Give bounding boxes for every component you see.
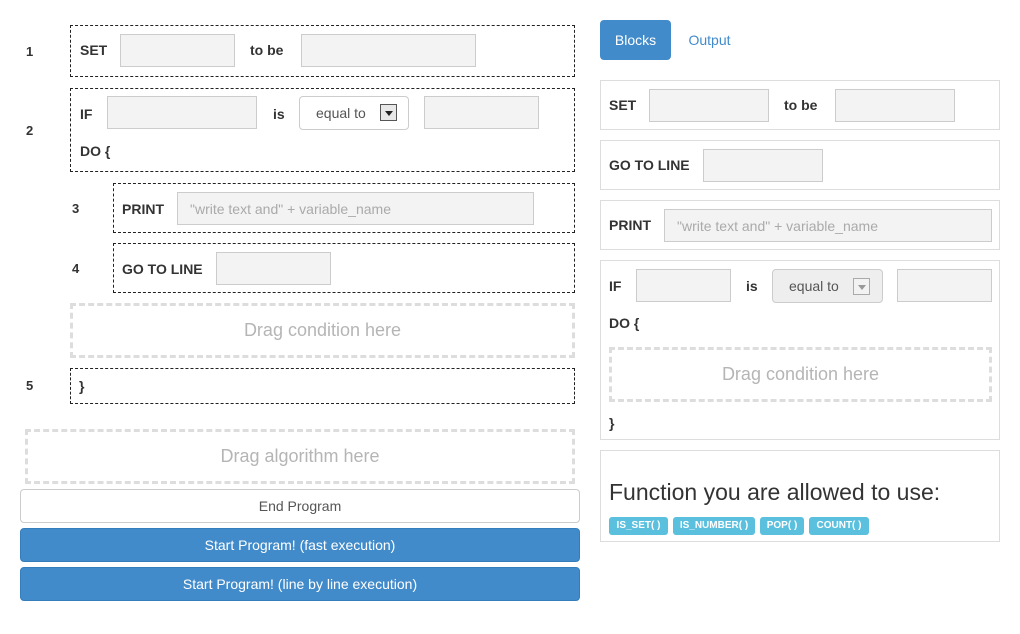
program-set-block[interactable]: SET to be	[70, 25, 575, 77]
program-if-block[interactable]: IF is equal to DO {	[70, 88, 575, 172]
palette-goto-line-input[interactable]	[703, 149, 823, 182]
palette-if-do-label: DO {	[609, 315, 640, 331]
function-badge: IS_SET( )	[609, 517, 668, 535]
palette-if-is-label: is	[746, 278, 758, 294]
line-number: 2	[26, 123, 34, 138]
print-expression-input[interactable]	[177, 192, 534, 225]
set-value-input[interactable]	[301, 34, 476, 67]
start-line-by-line-button[interactable]: Start Program! (line by line execution)	[20, 567, 580, 601]
if-keyword: IF	[80, 106, 93, 122]
tab-output[interactable]: Output	[676, 20, 743, 60]
palette-goto-block[interactable]: GO TO LINE	[600, 140, 1000, 190]
goto-keyword: GO TO LINE	[122, 261, 203, 277]
if-close-brace: }	[79, 378, 85, 394]
goto-line-input[interactable]	[216, 252, 331, 285]
line-number: 1	[26, 44, 34, 59]
if-is-label: is	[273, 106, 285, 122]
palette-set-block[interactable]: SET to be	[600, 80, 1000, 130]
line-number: 3	[72, 201, 80, 216]
palette-if-operator-value: equal to	[789, 278, 839, 294]
palette-set-to-be-label: to be	[784, 97, 818, 113]
palette-goto-keyword: GO TO LINE	[609, 157, 690, 173]
set-keyword: SET	[80, 42, 108, 58]
palette-if-right-operand-input[interactable]	[897, 269, 992, 302]
palette-condition-dropzone-label: Drag condition here	[721, 364, 880, 384]
palette-set-variable-input[interactable]	[649, 89, 769, 122]
print-keyword: PRINT	[122, 201, 164, 217]
algorithm-dropzone-label: Drag algorithm here	[220, 446, 380, 466]
palette-if-left-operand-input[interactable]	[636, 269, 731, 302]
line-number: 4	[72, 261, 80, 276]
palette-if-block[interactable]: IF is equal to DO { Drag condition here …	[600, 260, 1000, 440]
palette-condition-dropzone[interactable]: Drag condition here	[609, 347, 992, 402]
chevron-down-icon[interactable]	[380, 104, 397, 121]
if-do-label: DO {	[80, 143, 111, 159]
set-to-be-label: to be	[250, 42, 284, 58]
palette-print-expression-text[interactable]	[665, 210, 991, 241]
algorithm-dropzone[interactable]: Drag algorithm here	[25, 429, 575, 484]
start-fast-button[interactable]: Start Program! (fast execution)	[20, 528, 580, 562]
end-program-button[interactable]: End Program	[20, 489, 580, 523]
function-badge: IS_NUMBER( )	[673, 517, 755, 535]
print-expression-text[interactable]	[178, 193, 533, 224]
palette-set-keyword: SET	[609, 97, 637, 113]
if-left-operand-input[interactable]	[107, 96, 257, 129]
function-badge: POP( )	[760, 517, 804, 535]
set-variable-input[interactable]	[120, 34, 235, 67]
palette-print-expression-input[interactable]	[664, 209, 992, 242]
tab-blocks[interactable]: Blocks	[600, 20, 671, 60]
palette-if-close-brace: }	[609, 415, 615, 431]
program-goto-block[interactable]: GO TO LINE	[113, 243, 575, 293]
palette-if-keyword: IF	[609, 278, 622, 294]
if-operator-value: equal to	[316, 105, 366, 121]
condition-dropzone-label: Drag condition here	[243, 320, 402, 340]
functions-panel: Function you are allowed to use: IS_SET(…	[600, 450, 1000, 542]
palette-set-value-input[interactable]	[835, 89, 955, 122]
condition-dropzone[interactable]: Drag condition here	[70, 303, 575, 358]
if-right-operand-input[interactable]	[424, 96, 539, 129]
function-badge: COUNT( )	[809, 517, 869, 535]
palette-print-block[interactable]: PRINT	[600, 200, 1000, 250]
palette-if-operator-select[interactable]: equal to	[772, 269, 883, 303]
program-print-block[interactable]: PRINT	[113, 183, 575, 233]
palette-print-keyword: PRINT	[609, 217, 651, 233]
program-if-close-block[interactable]: }	[70, 368, 575, 404]
line-number: 5	[26, 378, 34, 393]
chevron-down-icon[interactable]	[853, 278, 870, 295]
functions-title: Function you are allowed to use:	[609, 479, 941, 505]
if-operator-select[interactable]: equal to	[299, 96, 409, 130]
